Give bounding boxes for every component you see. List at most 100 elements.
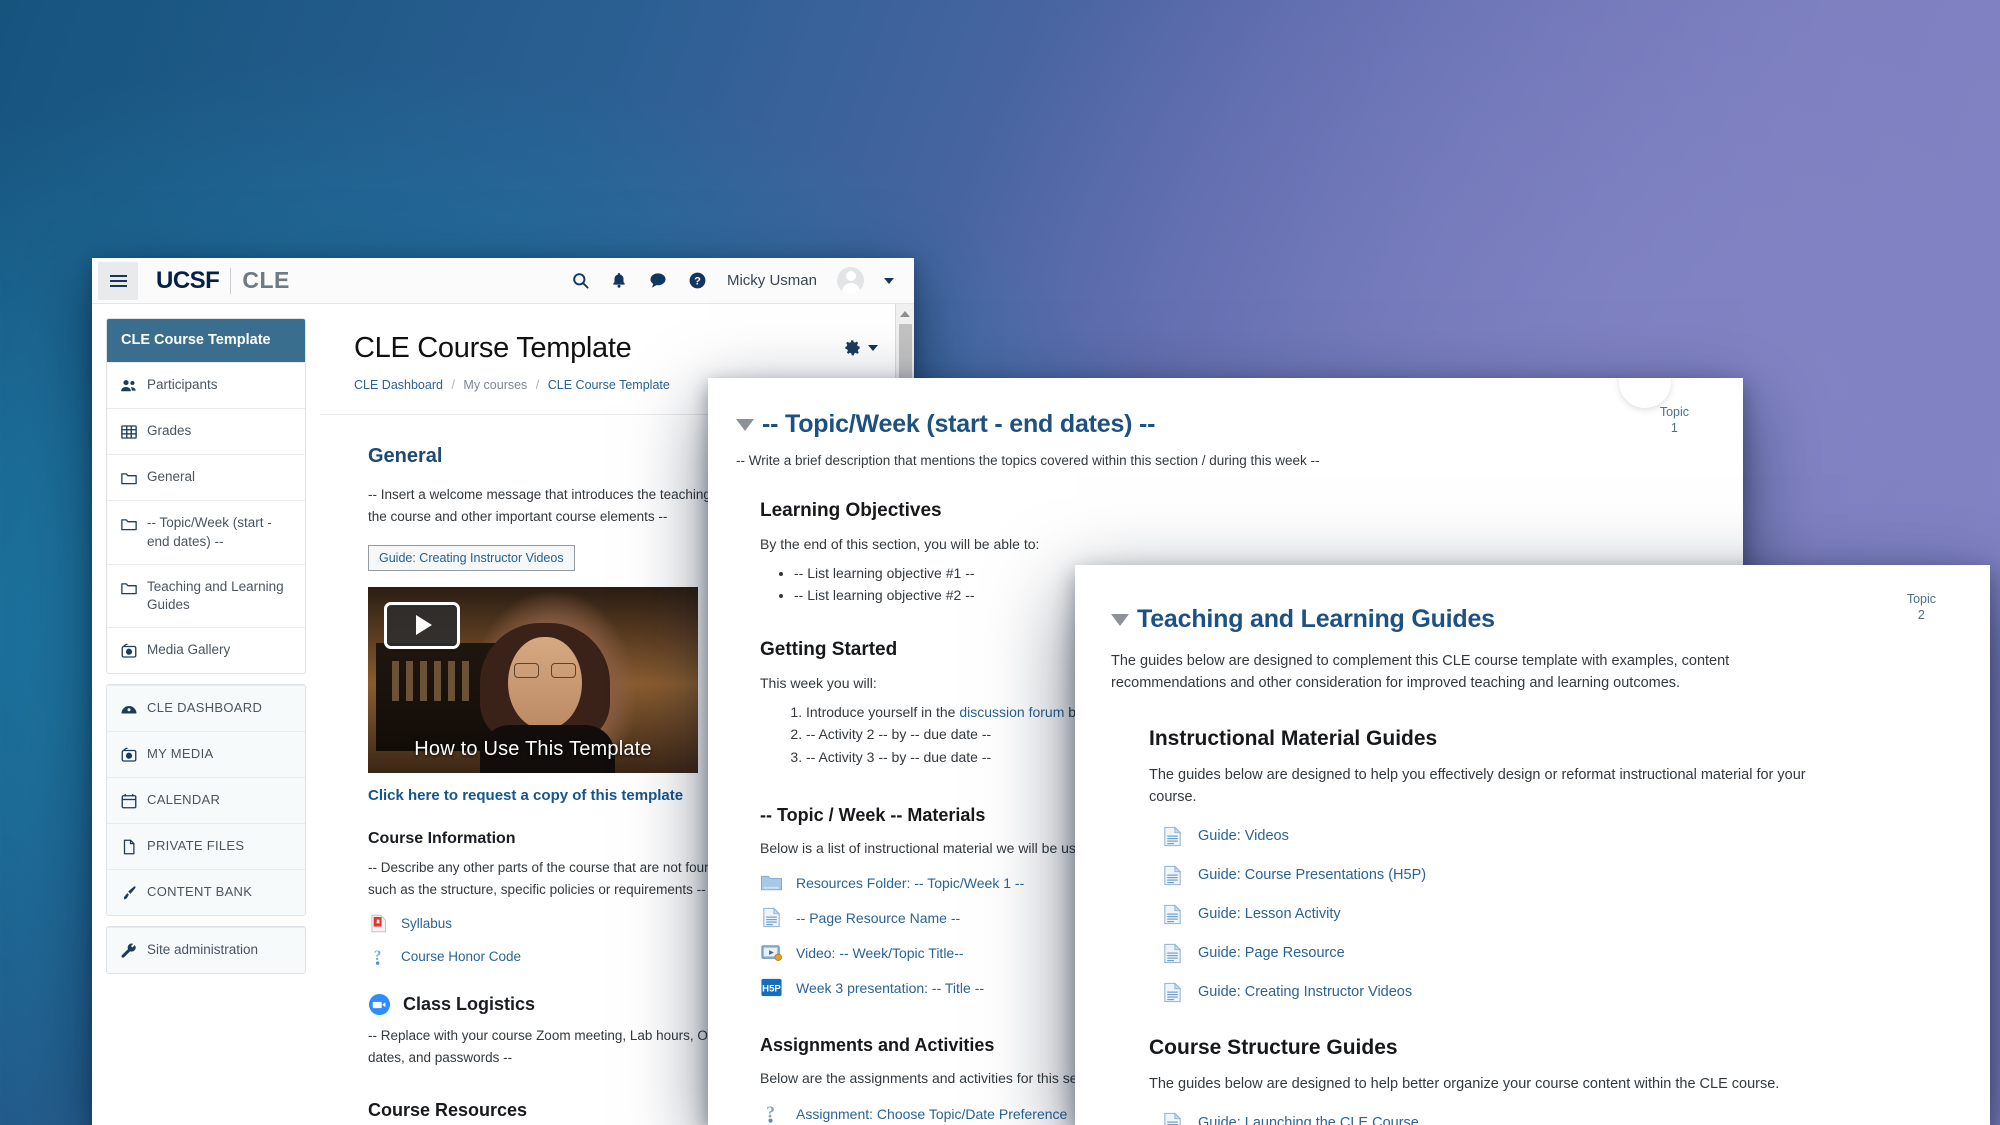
sidebar-item-participants[interactable]: Participants <box>107 362 305 408</box>
material-link[interactable]: Video: -- Week/Topic Title-- <box>796 945 964 961</box>
question-mark-icon: ? <box>368 946 389 967</box>
ucsf-logo: UCSF <box>156 266 220 294</box>
guide-row[interactable]: Guide: Videos <box>1149 825 1950 848</box>
course-honor-code-link[interactable]: Course Honor Code <box>401 949 521 964</box>
course-structure-guides-heading: Course Structure Guides <box>1149 1035 1398 1059</box>
topic-week-heading: -- Topic/Week (start - end dates) -- <box>762 410 1156 438</box>
guide-link[interactable]: Guide: Creating Instructor Videos <box>1198 984 1412 1000</box>
sidebar-item-content-bank[interactable]: CONTENT BANK <box>107 869 305 915</box>
guide-row[interactable]: Guide: Creating Instructor Videos <box>1149 981 1950 1004</box>
sidebar-item-general[interactable]: General <box>107 454 305 500</box>
guide-row[interactable]: Guide: Launching the CLE Course <box>1149 1111 1950 1125</box>
sidebar-item-my-media[interactable]: MY MEDIA <box>107 731 305 777</box>
guides-body: Instructional Material Guides The guides… <box>1075 727 1990 1125</box>
svg-text:?: ? <box>694 275 701 287</box>
sidebar-item-teaching-guides[interactable]: Teaching and Learning Guides <box>107 563 305 627</box>
sidebar-item-label: Site administration <box>147 942 259 958</box>
media-icon <box>120 641 138 660</box>
guide-link[interactable]: Guide: Course Presentations (H5P) <box>1198 867 1426 883</box>
page-title: CLE Course Template <box>354 332 632 364</box>
guide-link[interactable]: Guide: Launching the CLE Course <box>1198 1115 1419 1125</box>
sidebar-item-site-administration[interactable]: Site administration <box>107 927 305 973</box>
course-structure-guides-lead: The guides below are designed to help be… <box>1149 1075 1780 1092</box>
guides-heading-row[interactable]: Teaching and Learning Guides <box>1075 587 1990 634</box>
sidebar-item-private-files[interactable]: PRIVATE FILES <box>107 823 305 869</box>
page-resource-icon <box>760 906 783 929</box>
video-person-face <box>508 636 582 729</box>
people-icon <box>120 376 138 395</box>
guide-link[interactable]: Guide: Lesson Activity <box>1198 906 1341 922</box>
sidebar-item-cle-dashboard[interactable]: CLE DASHBOARD <box>107 685 305 731</box>
moodle-topbar: UCSF CLE ? Micky Usman <box>92 258 914 304</box>
sidebar-item-topic-week[interactable]: -- Topic/Week (start - end dates) -- <box>107 500 305 563</box>
triangle-down-icon[interactable] <box>1111 613 1129 626</box>
teaching-learning-guides-panel[interactable]: Topic 2 Teaching and Learning Guides The… <box>1075 565 1990 1125</box>
wrench-icon <box>120 941 138 960</box>
sidebar-item-label: CONTENT BANK <box>147 884 253 900</box>
admin-nav-block: Site administration <box>106 926 306 975</box>
page-resource-icon <box>1161 942 1184 965</box>
sidebar-course-header: CLE Course Template <box>107 319 305 363</box>
play-icon[interactable] <box>384 601 460 649</box>
user-name: Micky Usman <box>726 272 817 289</box>
folder-icon <box>120 468 138 487</box>
course-settings-menu[interactable] <box>843 338 878 357</box>
triangle-down-icon[interactable] <box>736 418 754 431</box>
guide-link[interactable]: Guide: Videos <box>1198 828 1289 844</box>
dashboard-icon <box>120 699 138 718</box>
guide-row[interactable]: Guide: Lesson Activity <box>1149 903 1950 926</box>
sidebar-item-label: PRIVATE FILES <box>147 838 245 854</box>
hamburger-icon[interactable] <box>98 261 138 300</box>
sidebar-item-label: Participants <box>147 377 218 393</box>
breadcrumb-item-current[interactable]: CLE Course Template <box>548 378 670 392</box>
topic-badge: Topic 2 <box>1907 592 1936 623</box>
chat-icon[interactable] <box>648 271 668 290</box>
activity-link[interactable]: Assignment: Choose Topic/Date Preference <box>796 1106 1067 1122</box>
sidebar-item-label: CALENDAR <box>147 792 221 808</box>
chevron-down-icon[interactable] <box>884 277 894 284</box>
media-icon <box>120 745 138 764</box>
template-video-thumbnail[interactable]: How to Use This Template <box>368 586 698 773</box>
avatar[interactable] <box>837 267 864 294</box>
question-circle-icon[interactable]: ? <box>688 271 707 290</box>
topic-badge-label: Topic <box>1659 405 1689 419</box>
class-logistics-heading: Class Logistics <box>403 994 536 1015</box>
breadcrumb-separator: / <box>451 378 455 392</box>
page-resource-icon <box>1161 903 1184 926</box>
guide-row[interactable]: Guide: Course Presentations (H5P) <box>1149 864 1950 887</box>
topic-badge-number: 1 <box>1670 420 1678 435</box>
breadcrumb-separator: / <box>535 378 540 392</box>
sidebar-item-calendar[interactable]: CALENDAR <box>107 777 305 823</box>
sidebar-item-label: MY MEDIA <box>147 746 214 762</box>
sidebar-item-label: Grades <box>147 423 192 439</box>
h5p-icon: H5P <box>760 976 783 999</box>
topic-week-heading-row[interactable]: -- Topic/Week (start - end dates) -- <box>708 400 1743 439</box>
breadcrumb-item-my-courses[interactable]: My courses <box>463 378 527 392</box>
sidebar-item-grades[interactable]: Grades <box>107 408 305 454</box>
guide-creating-instructor-videos-chip[interactable]: Guide: Creating Instructor Videos <box>368 544 575 571</box>
bell-icon[interactable] <box>610 271 628 290</box>
guide-row[interactable]: Guide: Page Resource <box>1149 942 1950 965</box>
instructional-material-guides-heading: Instructional Material Guides <box>1149 726 1438 750</box>
material-link[interactable]: Week 3 presentation: -- Title -- <box>796 980 984 996</box>
scroll-up-arrow[interactable] <box>896 304 914 323</box>
topic-week-intro: -- Write a brief description that mentio… <box>736 453 1320 468</box>
discussion-forum-link[interactable]: discussion forum <box>959 704 1064 720</box>
topic-badge-number: 2 <box>1917 607 1925 622</box>
learning-objectives-lead: By the end of this section, you will be … <box>760 536 1040 552</box>
syllabus-link[interactable]: Syllabus <box>401 916 452 931</box>
gear-icon[interactable] <box>843 338 862 357</box>
global-nav-block: CLE DASHBOARD MY MEDIA CALENDAR PRIVATE … <box>106 684 306 917</box>
chevron-down-icon[interactable] <box>868 344 878 351</box>
breadcrumb-item-dashboard[interactable]: CLE Dashboard <box>354 378 443 392</box>
material-link[interactable]: -- Page Resource Name -- <box>796 910 960 926</box>
sidebar-item-media-gallery[interactable]: Media Gallery <box>107 627 305 673</box>
item-prefix: Introduce yourself in the <box>806 703 960 720</box>
guide-link[interactable]: Guide: Page Resource <box>1198 945 1345 961</box>
sidebar-item-label: CLE DASHBOARD <box>147 700 263 716</box>
file-icon <box>120 837 138 856</box>
video-background-shelf <box>376 642 496 751</box>
search-icon[interactable] <box>571 271 590 290</box>
material-link[interactable]: Resources Folder: -- Topic/Week 1 -- <box>796 875 1024 891</box>
topic-badge: Topic 1 <box>1660 405 1689 436</box>
